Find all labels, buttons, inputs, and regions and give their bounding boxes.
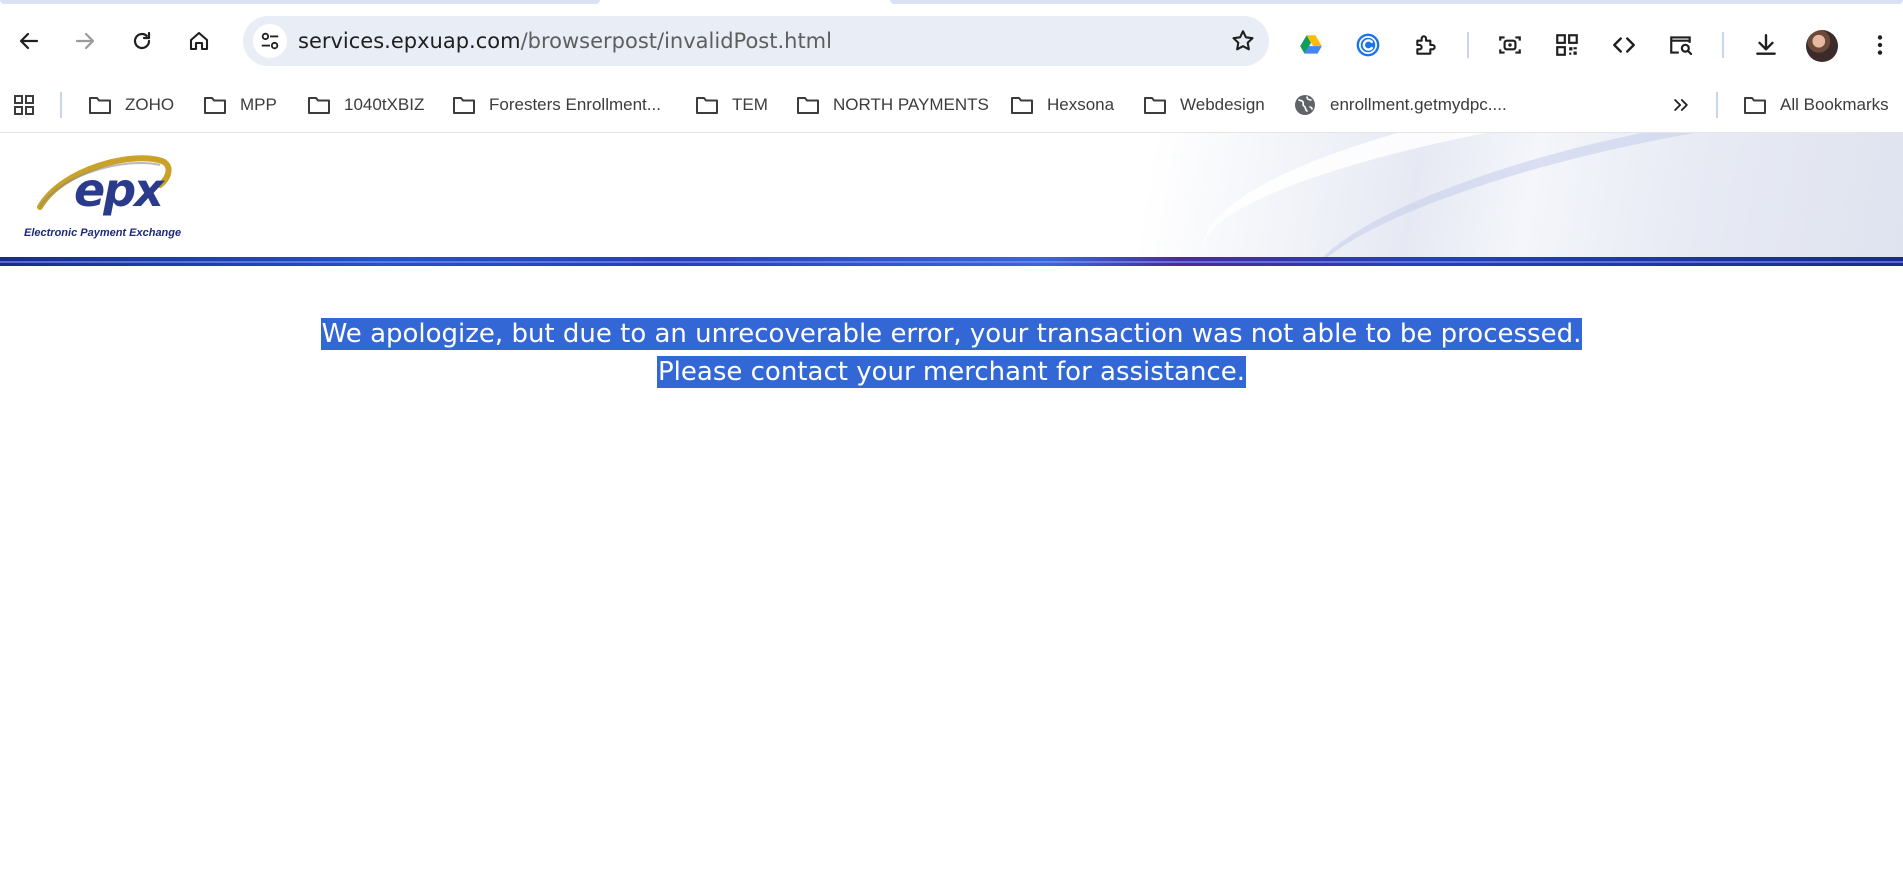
reload-icon bbox=[133, 31, 151, 50]
bookmark-label: TEM bbox=[732, 95, 768, 114]
bookmark-hexsona[interactable]: Hexsona bbox=[1010, 89, 1114, 121]
bookmark-label: MPP bbox=[240, 95, 277, 114]
back-arrow-icon bbox=[19, 32, 39, 50]
star-icon bbox=[1232, 30, 1254, 51]
url-text[interactable]: services.epxuap.com/browserpost/invalidP… bbox=[298, 16, 832, 66]
error-message-line1: We apologize, but due to an unrecoverabl… bbox=[320, 318, 1583, 350]
puzzle-icon bbox=[1416, 35, 1436, 55]
extensions-button[interactable] bbox=[1410, 29, 1442, 61]
bookmark-webdesign[interactable]: Webdesign bbox=[1143, 89, 1265, 121]
browser-toolbar: services.epxuap.com/browserpost/invalidP… bbox=[0, 5, 1903, 79]
download-icon bbox=[1756, 34, 1776, 55]
bookmark-label: Foresters Enrollment... bbox=[489, 95, 661, 114]
globe-icon bbox=[1295, 95, 1315, 115]
reload-button[interactable] bbox=[124, 23, 160, 59]
google-drive-icon bbox=[1300, 35, 1322, 54]
folder-icon bbox=[797, 97, 819, 114]
tune-icon bbox=[261, 32, 279, 50]
home-button[interactable] bbox=[181, 23, 217, 59]
apps-button[interactable] bbox=[12, 89, 36, 121]
folder-icon bbox=[204, 97, 226, 114]
back-button[interactable] bbox=[11, 23, 47, 59]
code-icon bbox=[1613, 37, 1635, 53]
bookmark-star-button[interactable] bbox=[1229, 27, 1257, 55]
google-drive-extension[interactable] bbox=[1295, 29, 1327, 61]
forward-arrow-icon bbox=[75, 32, 95, 50]
toolbar-separator bbox=[1467, 32, 1469, 58]
double-chevron-right-icon bbox=[1674, 99, 1688, 111]
more-vertical-icon bbox=[1877, 35, 1883, 55]
bookmark-zoho[interactable]: ZOHO bbox=[88, 89, 174, 121]
qr-code-icon bbox=[1556, 34, 1578, 56]
logo-text: epx bbox=[74, 163, 164, 217]
bookmark-label: Webdesign bbox=[1180, 95, 1265, 114]
toolbar-separator-2 bbox=[1722, 32, 1724, 58]
c-extension[interactable] bbox=[1352, 29, 1384, 61]
camera-scan-icon bbox=[1499, 36, 1521, 54]
downloads-button[interactable] bbox=[1750, 29, 1782, 61]
view-source-button[interactable] bbox=[1608, 29, 1640, 61]
bookmark-label: NORTH PAYMENTS bbox=[833, 95, 989, 114]
home-icon bbox=[189, 31, 209, 51]
site-info-button[interactable] bbox=[253, 24, 287, 58]
bookmark-label: ZOHO bbox=[125, 95, 175, 114]
bookmark-tem[interactable]: TEM bbox=[695, 89, 768, 121]
folder-icon bbox=[696, 97, 718, 114]
folder-icon bbox=[1744, 97, 1766, 114]
error-message: We apologize, but due to an unrecoverabl… bbox=[0, 315, 1903, 391]
bookmarks-bar: ZOHO MPP 1040tXBIZ Foresters Enrollment.… bbox=[0, 79, 1903, 133]
folder-icon bbox=[308, 97, 330, 114]
bookmark-north-payments[interactable]: NORTH PAYMENTS bbox=[796, 89, 989, 121]
error-message-line2: Please contact your merchant for assista… bbox=[657, 356, 1246, 388]
profile-avatar[interactable] bbox=[1806, 30, 1838, 62]
more-bookmarks-button[interactable] bbox=[1671, 89, 1691, 121]
tab-left[interactable] bbox=[0, 0, 600, 4]
bookmark-mpp[interactable]: MPP bbox=[203, 89, 277, 121]
folder-icon bbox=[453, 97, 475, 114]
qr-code-button[interactable] bbox=[1551, 29, 1583, 61]
bookmark-label: enrollment.getmydpc.... bbox=[1330, 95, 1507, 114]
apps-grid-icon bbox=[14, 95, 34, 115]
address-bar[interactable]: services.epxuap.com/browserpost/invalidP… bbox=[243, 16, 1269, 66]
url-path: /browserpost/invalidPost.html bbox=[520, 29, 832, 53]
folder-icon bbox=[89, 97, 111, 114]
all-bookmarks-button[interactable]: All Bookmarks bbox=[1743, 89, 1889, 121]
tab-right[interactable] bbox=[890, 0, 1903, 4]
bookmarks-separator-2 bbox=[1716, 92, 1718, 118]
site-header: epx Electronic Payment Exchange bbox=[0, 133, 1903, 257]
url-host: services.epxuap.com bbox=[298, 29, 521, 53]
bookmark-1040txbiz[interactable]: 1040tXBIZ bbox=[307, 89, 424, 121]
search-page-button[interactable] bbox=[1665, 29, 1697, 61]
folder-icon bbox=[1144, 97, 1166, 114]
bookmark-label: 1040tXBIZ bbox=[344, 95, 425, 114]
logo-tagline: Electronic Payment Exchange bbox=[24, 227, 182, 239]
bookmark-enrollment-getmydpc[interactable]: enrollment.getmydpc.... bbox=[1293, 89, 1507, 121]
window-search-icon bbox=[1670, 36, 1693, 56]
folder-icon bbox=[1011, 97, 1033, 114]
bookmarks-separator bbox=[60, 92, 62, 118]
all-bookmarks-label: All Bookmarks bbox=[1780, 95, 1889, 114]
header-divider-bar bbox=[0, 257, 1903, 266]
c-circle-icon bbox=[1356, 33, 1380, 57]
screenshot-button[interactable] bbox=[1494, 29, 1526, 61]
bookmark-label: Hexsona bbox=[1047, 95, 1115, 114]
bookmark-foresters[interactable]: Foresters Enrollment... bbox=[452, 89, 661, 121]
forward-button[interactable] bbox=[67, 23, 103, 59]
browser-menu-button[interactable] bbox=[1864, 29, 1896, 61]
